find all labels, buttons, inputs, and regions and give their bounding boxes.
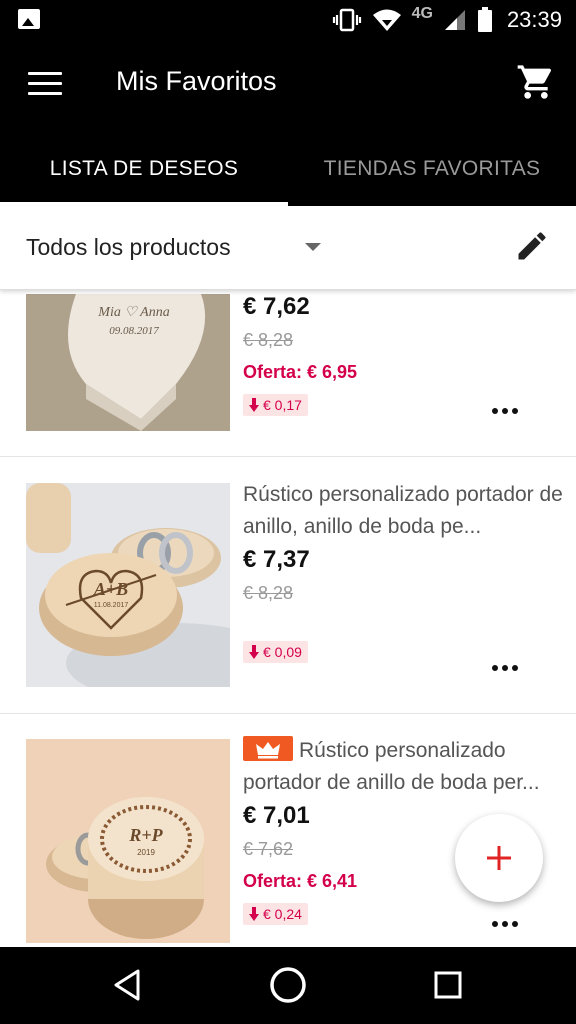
old-price: € 8,28 [243, 330, 294, 350]
tab-favorite-stores[interactable]: TIENDAS FAVORITAS [288, 132, 576, 206]
thumb-engraving-date: 2019 [137, 848, 155, 857]
add-button[interactable] [455, 814, 543, 902]
price: € 7,37 [243, 546, 310, 573]
arrow-down-icon [249, 398, 259, 412]
wifi-icon [372, 9, 401, 31]
home-icon[interactable] [268, 965, 308, 1005]
list-item[interactable]: A+B 11.08.2017 Rústico personalizado por… [0, 483, 576, 703]
plus-icon [487, 846, 511, 870]
product-thumbnail[interactable]: R+P 2019 [26, 739, 230, 943]
back-icon[interactable] [108, 965, 148, 1005]
system-nav-bar [0, 947, 576, 1024]
pencil-icon[interactable] [514, 228, 550, 264]
product-title[interactable]: Rústico personalizado portador de anillo… [243, 735, 563, 799]
offer-price: Oferta: € 6,95 [243, 362, 358, 382]
thumb-engraving-initials: A+B [93, 579, 128, 599]
tab-bar: LISTA DE DESEOS TIENDAS FAVORITAS [0, 132, 576, 206]
list-item[interactable]: Mia ♡ Anna 09.08.2017 € 7,62 € 8,28 Ofer… [0, 290, 576, 450]
price-drop-value: € 0,17 [263, 397, 302, 413]
dropdown-arrow-icon[interactable] [305, 243, 321, 251]
divider [0, 713, 576, 714]
thumb-engraving-initials: R+P [128, 825, 163, 845]
filter-bar: Todos los productos [0, 206, 576, 290]
status-bar: 4G 23:39 [0, 0, 576, 40]
hamburger-icon[interactable] [28, 72, 62, 96]
signal-icon [444, 10, 465, 30]
price-drop-badge: € 0,24 [243, 903, 308, 925]
arrow-down-icon [249, 907, 259, 921]
more-options-button[interactable] [492, 921, 518, 927]
page-title: Mis Favoritos [116, 66, 277, 96]
tab-wishlist[interactable]: LISTA DE DESEOS [0, 132, 288, 206]
thumb-engraving-date: 11.08.2017 [94, 602, 129, 609]
thumb-engraving-date: 09.08.2017 [109, 325, 159, 337]
battery-icon [477, 7, 492, 32]
product-thumbnail[interactable]: A+B 11.08.2017 [26, 483, 230, 687]
price-drop-badge: € 0,17 [243, 394, 308, 416]
more-options-button[interactable] [492, 408, 518, 414]
arrow-down-icon [249, 645, 259, 659]
more-options-button[interactable] [492, 665, 518, 671]
crown-icon [243, 736, 293, 761]
clock: 23:39 [506, 7, 562, 32]
price-drop-value: € 0,09 [263, 644, 302, 660]
price-drop-badge: € 0,09 [243, 641, 308, 663]
product-thumbnail[interactable]: Mia ♡ Anna 09.08.2017 [26, 294, 230, 431]
vibrate-icon [332, 8, 361, 32]
product-title[interactable]: Rústico personalizado portador de anillo… [243, 479, 563, 543]
product-filter-select[interactable]: Todos los productos [26, 234, 231, 261]
cart-icon[interactable] [516, 62, 556, 102]
recents-icon[interactable] [428, 965, 468, 1005]
network-type: 4G [411, 5, 433, 22]
app-bar: Mis Favoritos [0, 40, 576, 132]
price-drop-value: € 0,24 [263, 906, 302, 922]
old-price: € 8,28 [243, 583, 294, 603]
price: € 7,62 [243, 293, 310, 320]
thumb-engraving-names: Mia ♡ Anna [97, 305, 169, 320]
image-notification-icon [18, 9, 40, 29]
divider [0, 456, 576, 457]
